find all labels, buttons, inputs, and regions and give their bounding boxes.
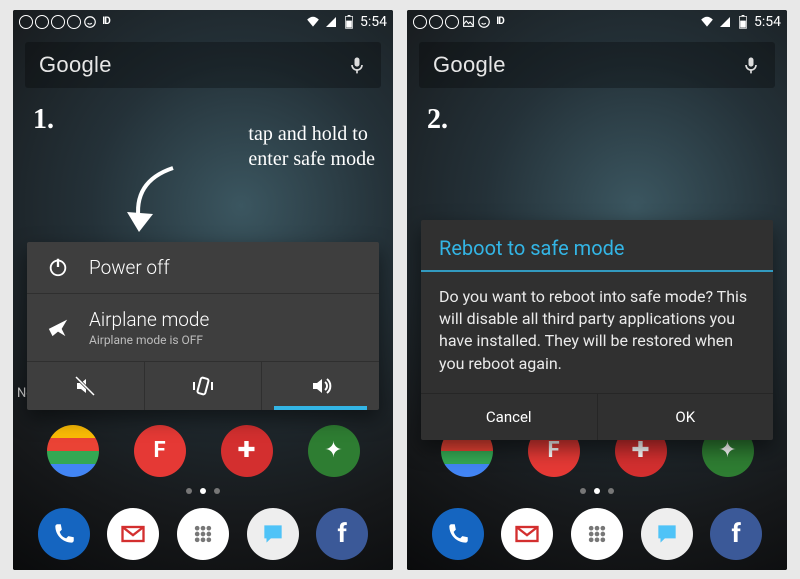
- id-icon: ID: [99, 15, 113, 29]
- messenger-icon[interactable]: [247, 508, 299, 560]
- step-number-1: 1.: [33, 104, 54, 136]
- notification-icons: ID: [413, 15, 507, 29]
- phone-screen-1: ID 5:54 Google 1. ta: [13, 10, 393, 570]
- id-icon: ID: [493, 15, 507, 29]
- dock: f: [13, 508, 393, 560]
- app-drawer-icon[interactable]: [571, 508, 623, 560]
- safe-mode-dialog: Reboot to safe mode Do you want to reboo…: [421, 220, 773, 441]
- cancel-button[interactable]: Cancel: [421, 394, 597, 440]
- chrome-icon[interactable]: [47, 425, 99, 477]
- airplane-mode-sub: Airplane mode is OFF: [89, 333, 209, 347]
- airplane-mode-item[interactable]: Airplane mode Airplane mode is OFF: [27, 294, 379, 362]
- gmail-icon[interactable]: [107, 508, 159, 560]
- chat-icon: [429, 15, 443, 29]
- chat-icon: [445, 15, 459, 29]
- phone-icon[interactable]: [432, 508, 484, 560]
- google-logo-text: Google: [433, 52, 506, 78]
- app-drawer-icon[interactable]: [177, 508, 229, 560]
- dialog-button-row: Cancel OK: [421, 393, 773, 440]
- whatsapp-icon: [477, 15, 491, 29]
- google-search-bar[interactable]: Google: [25, 42, 381, 88]
- phone-screen-2: ID 5:54 Google 2. Reboot to safe mode Do…: [407, 10, 787, 570]
- dialog-title: Reboot to safe mode: [421, 220, 773, 270]
- facebook-icon[interactable]: f: [316, 508, 368, 560]
- status-bar: ID 5:54: [13, 10, 393, 34]
- power-icon: [43, 256, 73, 278]
- wifi-icon: [306, 15, 320, 29]
- arrow-icon: [113, 160, 183, 240]
- tutorial-canvas: ID 5:54 Google 1. ta: [0, 0, 800, 579]
- silent-button[interactable]: [27, 362, 144, 410]
- battery-icon: [736, 15, 750, 29]
- airplane-mode-label: Airplane mode: [89, 308, 209, 331]
- battery-icon: [342, 15, 356, 29]
- evernote-icon[interactable]: ✦: [308, 425, 360, 477]
- step-number-2: 2.: [427, 104, 448, 136]
- signal-icon: [718, 15, 732, 29]
- dialog-body: Do you want to reboot into safe mode? Th…: [421, 272, 773, 394]
- page-indicator: [13, 488, 393, 494]
- notification-icons: ID: [19, 15, 113, 29]
- power-off-item[interactable]: Power off: [27, 242, 379, 294]
- gmail-icon[interactable]: [501, 508, 553, 560]
- facebook-icon[interactable]: f: [710, 508, 762, 560]
- silent-icon: [73, 374, 97, 398]
- airplane-icon: [43, 316, 73, 338]
- chat-icon: [51, 15, 65, 29]
- hint-text: tap and hold to enter safe mode: [248, 122, 375, 172]
- vibrate-icon: [191, 374, 215, 398]
- power-off-label: Power off: [89, 256, 170, 279]
- power-menu: Power off Airplane mode Airplane mode is…: [27, 242, 379, 410]
- whatsapp-icon: [83, 15, 97, 29]
- chat-icon: [35, 15, 49, 29]
- chat-icon: [413, 15, 427, 29]
- messenger-icon[interactable]: [641, 508, 693, 560]
- vibrate-button[interactable]: [144, 362, 262, 410]
- sound-on-button[interactable]: [261, 362, 379, 410]
- mic-icon[interactable]: [741, 55, 761, 75]
- chat-icon: [67, 15, 81, 29]
- page-indicator: [407, 488, 787, 494]
- google-search-bar[interactable]: Google: [419, 42, 775, 88]
- app-icon[interactable]: ✚: [221, 425, 273, 477]
- signal-icon: [324, 15, 338, 29]
- google-logo-text: Google: [39, 52, 112, 78]
- speaker-icon: [309, 374, 333, 398]
- clock: 5:54: [754, 14, 781, 30]
- flipboard-icon[interactable]: F: [134, 425, 186, 477]
- app-row: F ✚ ✦: [13, 425, 393, 477]
- wifi-icon: [700, 15, 714, 29]
- chat-icon: [19, 15, 33, 29]
- dock: f: [407, 508, 787, 560]
- status-bar: ID 5:54: [407, 10, 787, 34]
- dialog-divider: [421, 270, 773, 272]
- clock: 5:54: [360, 14, 387, 30]
- active-indicator: [274, 406, 367, 410]
- ok-button[interactable]: OK: [597, 394, 774, 440]
- mic-icon[interactable]: [347, 55, 367, 75]
- image-icon: [461, 15, 475, 29]
- sound-mode-row: [27, 362, 379, 410]
- phone-icon[interactable]: [38, 508, 90, 560]
